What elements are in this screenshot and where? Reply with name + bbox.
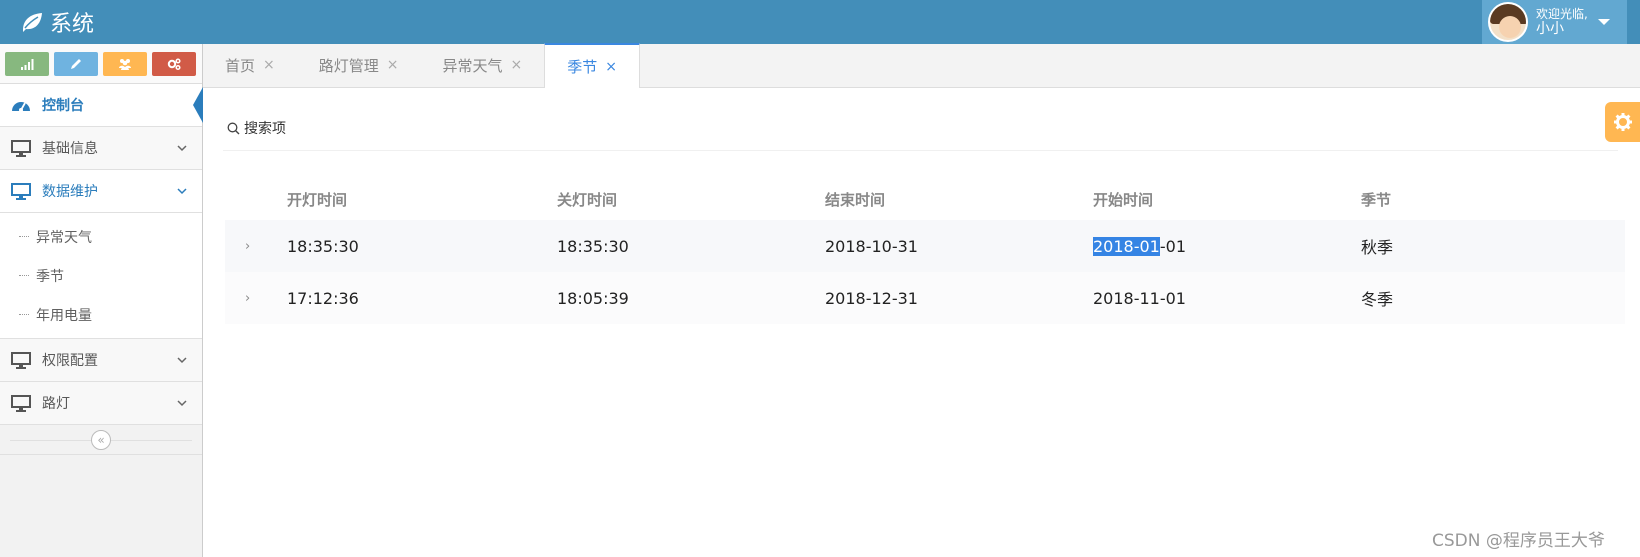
tab-abnormal-weather[interactable]: 异常天气 × [421, 43, 545, 87]
column-header-light-off[interactable]: 关灯时间 [557, 189, 825, 210]
dashboard-icon [10, 96, 32, 114]
row-expand-icon[interactable]: › [225, 239, 287, 254]
avatar [1488, 2, 1528, 42]
close-icon[interactable]: × [605, 59, 617, 75]
selected-text: 2018-01 [1093, 236, 1160, 256]
leaf-icon [23, 13, 42, 32]
cell-start-time: 2018-11-01 [1093, 288, 1186, 308]
welcome-text: 欢迎光临, [1536, 7, 1588, 21]
sidebar-collapse-button[interactable]: « [91, 429, 111, 450]
sidebar-item-label: 权限配置 [42, 353, 98, 369]
desktop-icon [10, 182, 32, 200]
divider [223, 150, 1618, 151]
users-icon [119, 58, 131, 70]
chevron-down-icon [177, 145, 187, 152]
cell-end-time: 2018-12-31 [825, 288, 918, 308]
user-name: 小小 [1536, 21, 1564, 37]
search-label: 搜索项 [244, 121, 286, 137]
sidebar-item-label: 路灯 [42, 396, 70, 412]
submenu-item-abnormal-weather[interactable]: 异常天气 [0, 217, 202, 256]
search-icon [227, 122, 240, 134]
table-header: 开灯时间 关灯时间 结束时间 开始时间 季节 [225, 178, 1625, 220]
tab-street-light-management[interactable]: 路灯管理 × [297, 43, 421, 87]
signal-icon [21, 58, 34, 70]
table-row[interactable]: › 18:35:30 18:35:30 2018-10-31 2018-01-0… [225, 220, 1625, 272]
app-title: 系统 [50, 12, 95, 37]
close-icon[interactable]: × [511, 57, 523, 73]
sidebar-item-label: 控制台 [42, 98, 84, 114]
tab-home[interactable]: 首页 × [203, 43, 297, 87]
shortcut-edit-button[interactable] [54, 51, 98, 76]
desktop-icon [10, 351, 32, 369]
sidebar-item-data-maintenance[interactable]: 数据维护 [0, 170, 202, 213]
table-row[interactable]: › 17:12:36 18:05:39 2018-12-31 2018-11-0… [225, 272, 1625, 324]
pencil-icon [71, 58, 81, 69]
desktop-icon [10, 394, 32, 412]
sidebar-item-label: 数据维护 [42, 184, 98, 200]
sidebar-collapse-bar: « [0, 425, 202, 455]
shortcut-stats-button[interactable] [5, 51, 49, 76]
settings-panel-toggle[interactable] [1605, 102, 1640, 142]
active-indicator [193, 87, 203, 123]
sidebar-item-permissions[interactable]: 权限配置 [0, 339, 202, 382]
sidebar-shortcuts [0, 44, 202, 84]
submenu-data-maintenance: 异常天气 季节 年用电量 [0, 213, 202, 339]
chevron-down-icon [177, 357, 187, 364]
shortcut-settings-button[interactable] [152, 51, 196, 76]
chevron-down-icon [177, 400, 187, 407]
caret-down-icon [1597, 19, 1610, 25]
search-toggle[interactable]: 搜索项 [227, 118, 286, 138]
watermark: CSDN @程序员王大爷 [1432, 531, 1605, 551]
column-header-start-time[interactable]: 开始时间 [1093, 189, 1361, 210]
shortcut-users-button[interactable] [103, 51, 147, 76]
sidebar-item-basic-info[interactable]: 基础信息 [0, 127, 202, 170]
cell-light-on: 18:35:30 [287, 236, 359, 256]
column-header-light-on[interactable]: 开灯时间 [287, 189, 557, 210]
column-header-end-time[interactable]: 结束时间 [825, 189, 1093, 210]
user-menu[interactable]: 欢迎光临, 小小 [1482, 0, 1627, 44]
cell-season: 秋季 [1361, 238, 1394, 257]
gear-icon [1613, 113, 1632, 131]
column-header-season[interactable]: 季节 [1361, 189, 1621, 210]
sidebar: 控制台 基础信息 数据维护 异常天气 季节 年用电量 权限配置 路灯 « [0, 44, 203, 557]
close-icon[interactable]: × [387, 57, 399, 73]
submenu-item-season[interactable]: 季节 [0, 256, 202, 295]
tab-season[interactable]: 季节 × [544, 43, 640, 88]
submenu-item-annual-power[interactable]: 年用电量 [0, 295, 202, 334]
sidebar-item-label: 基础信息 [42, 141, 98, 157]
brand[interactable]: 系统 [20, 6, 94, 38]
cogs-icon [167, 57, 181, 70]
close-icon[interactable]: × [263, 57, 275, 73]
page-tabs: 首页 × 路灯管理 × 异常天气 × 季节 × [203, 43, 1640, 88]
cell-end-time: 2018-10-31 [825, 236, 918, 256]
main-content: 搜索项 开灯时间 关灯时间 结束时间 开始时间 季节 › 18:35:30 18… [203, 88, 1640, 557]
desktop-icon [10, 139, 32, 157]
top-navbar: 系统 欢迎光临, 小小 [0, 0, 1640, 44]
row-expand-icon[interactable]: › [225, 291, 287, 306]
cell-light-off: 18:05:39 [557, 288, 629, 308]
season-table: 开灯时间 关灯时间 结束时间 开始时间 季节 › 18:35:30 18:35:… [225, 178, 1625, 324]
cell-start-time: 2018-01-01 [1093, 236, 1186, 256]
cell-season: 冬季 [1361, 290, 1394, 309]
cell-light-on: 17:12:36 [287, 288, 359, 308]
cell-light-off: 18:35:30 [557, 236, 629, 256]
chevron-down-icon [177, 188, 187, 195]
sidebar-item-street-light[interactable]: 路灯 [0, 382, 202, 425]
sidebar-item-dashboard[interactable]: 控制台 [0, 84, 203, 127]
